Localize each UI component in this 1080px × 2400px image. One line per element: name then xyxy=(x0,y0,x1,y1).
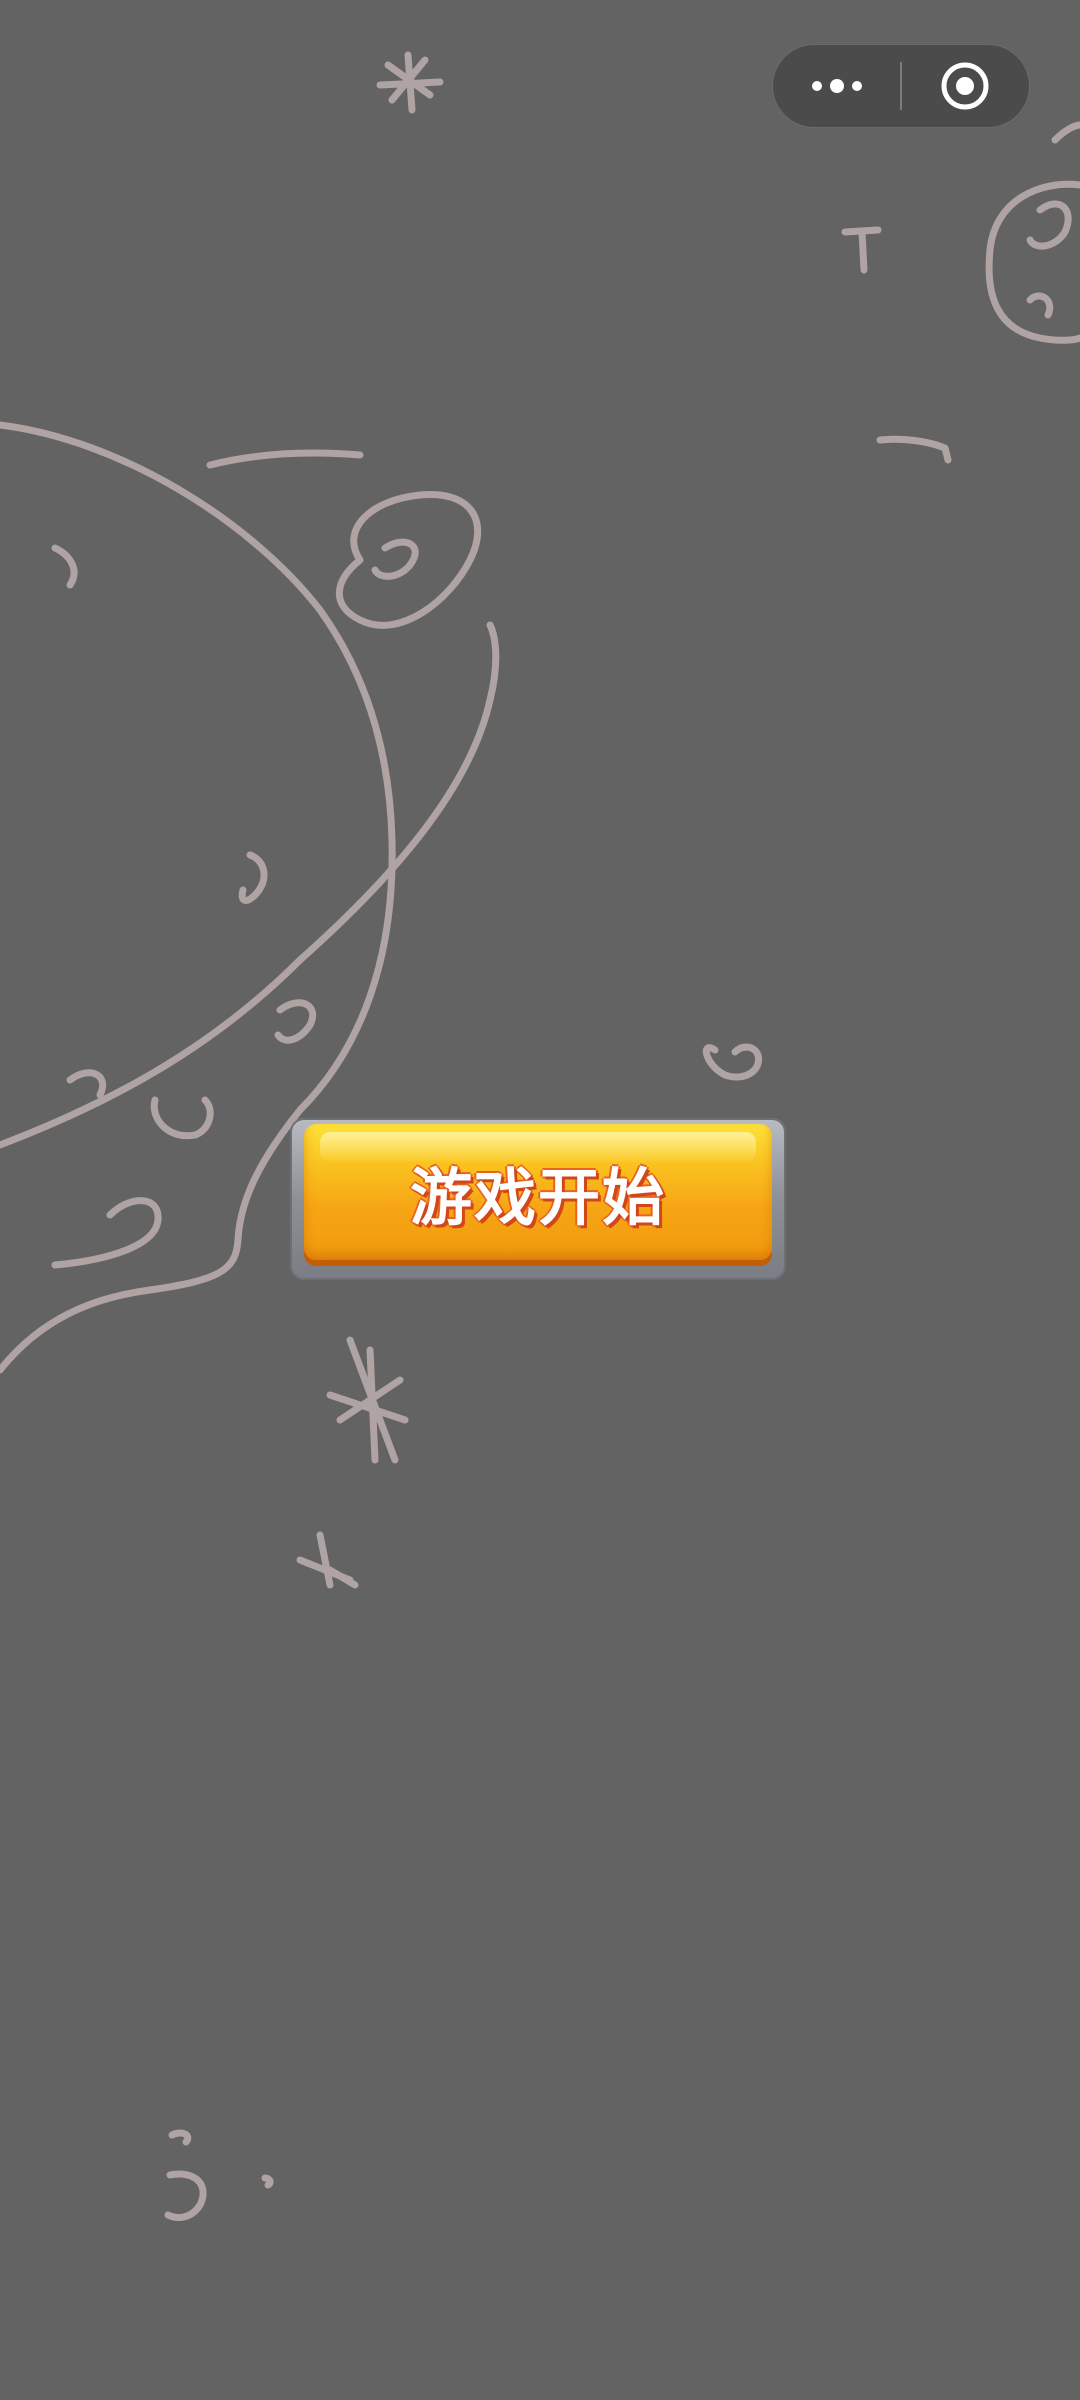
crater xyxy=(51,544,78,589)
crater xyxy=(238,851,268,904)
moon-crater xyxy=(1026,292,1054,319)
crater xyxy=(335,490,482,629)
crater-inner xyxy=(371,538,419,580)
dash-doodle xyxy=(876,435,952,464)
star-small xyxy=(296,1531,359,1589)
more-dots-icon xyxy=(811,79,862,93)
moon-crater xyxy=(1026,200,1072,250)
swirl-doodle xyxy=(702,1043,763,1081)
curl-doodle xyxy=(164,2170,207,2221)
crater xyxy=(274,999,317,1044)
game-screen: 游戏开始 xyxy=(0,0,1080,2400)
crater xyxy=(150,1096,214,1140)
dot-doodle xyxy=(168,2129,192,2146)
start-game-label: 游戏开始 xyxy=(409,1161,666,1234)
miniprogram-capsule xyxy=(772,44,1030,128)
ring-top-stroke xyxy=(206,449,364,469)
crater xyxy=(66,1069,107,1099)
target-circle-icon xyxy=(941,62,989,110)
dot-doodle xyxy=(261,2174,274,2189)
close-miniprogram-button[interactable] xyxy=(902,45,1029,127)
tick-doodle xyxy=(841,226,882,274)
start-game-button[interactable]: 游戏开始 xyxy=(290,1118,786,1280)
star-top xyxy=(376,51,444,114)
crater xyxy=(51,1197,162,1269)
planet-ring xyxy=(0,621,500,1149)
star-bottom xyxy=(326,1336,409,1464)
moon-top-stroke xyxy=(1051,121,1080,144)
more-menu-button[interactable] xyxy=(773,45,900,127)
